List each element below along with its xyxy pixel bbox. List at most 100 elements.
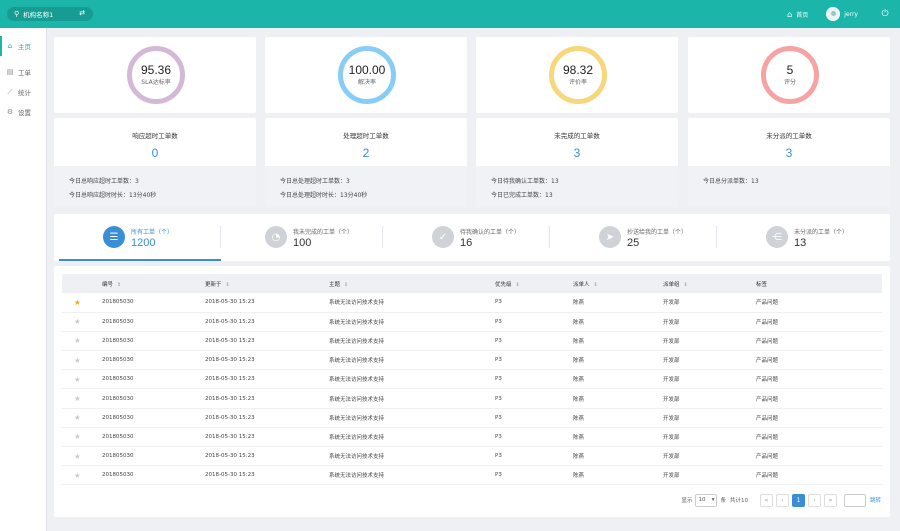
overview-card[interactable]: 处理超时工单数 2 今日总处理超时工单数：3 今日总处理超时时长：13分40秒 <box>265 118 467 207</box>
table-row[interactable]: ★ 201805030 2018-05-30 15:23 系统无法访问技术支持 P3 陈燕… <box>62 465 882 486</box>
filter-tab[interactable]: ✓ 待我确认的工单（个） 16 <box>388 214 550 261</box>
table-row[interactable]: ★ 201805030 2018-05-30 15:23 系统无法访问技术支持 P3 陈燕… <box>62 388 882 409</box>
table-row[interactable]: ★ 201805030 2018-05-30 15:23 系统无法访问技术支持 P3 陈燕… <box>62 427 882 448</box>
column-header[interactable]: 派单人 ⇕ <box>573 274 663 293</box>
overview-count[interactable]: 2 <box>265 146 467 160</box>
table-cell: 系统无法访问技术支持 <box>329 465 495 486</box>
prev-page-icon[interactable]: ‹ <box>775 493 789 507</box>
star-icon[interactable]: ★ <box>62 317 81 326</box>
overview-count[interactable]: 0 <box>54 146 256 160</box>
sidebar-item-3[interactable]: ⚙ 设置 <box>0 102 46 122</box>
star-cell: ★ <box>62 427 102 448</box>
table-cell: P3 <box>495 350 573 371</box>
sidebar-item-2[interactable]: ⟋ 统计 <box>0 82 46 102</box>
star-icon[interactable]: ★ <box>62 336 81 345</box>
table-cell: 开发部 <box>663 369 756 390</box>
column-header[interactable]: 优先级 ⇕ <box>495 274 573 293</box>
sort-icon[interactable]: ⇕ <box>344 282 348 288</box>
kpi-card: 98.32 评价率 <box>476 37 678 113</box>
filter-count: 25 <box>627 237 640 249</box>
user-menu[interactable]: jerry <box>826 7 858 21</box>
table-row[interactable]: ★ 201805030 2018-05-30 15:23 系统无法访问技术支持 P3 陈燕… <box>62 293 882 313</box>
sort-icon[interactable]: ⇕ <box>117 282 121 288</box>
filter-label: 所有工单（个） <box>131 229 174 236</box>
sort-icon[interactable]: ⇕ <box>226 282 230 288</box>
avatar[interactable] <box>826 7 841 21</box>
table-cell: 201805030 <box>102 388 205 409</box>
star-cell: ★ <box>62 465 102 486</box>
jump-button[interactable]: 跳转 <box>870 496 881 504</box>
table-cell: 系统无法访问技术支持 <box>329 446 495 467</box>
sort-icon[interactable]: ⇕ <box>516 282 520 288</box>
table-row[interactable]: ★ 201805030 2018-05-30 15:23 系统无法访问技术支持 P3 陈燕… <box>62 408 882 428</box>
star-icon[interactable]: ★ <box>62 413 81 422</box>
star-icon[interactable]: ★ <box>62 375 81 384</box>
overview-title: 处理超时工单数 <box>343 132 389 140</box>
star-icon[interactable]: ★ <box>62 298 81 307</box>
filter-count: 13 <box>794 237 807 249</box>
column-header-label: 主题 <box>329 281 341 288</box>
table-cell: 2018-05-30 15:23 <box>205 331 329 352</box>
table-cell: 2018-05-30 15:23 <box>205 312 329 332</box>
column-header-label: 标签 <box>756 281 768 288</box>
table-row[interactable]: ★ 201805030 2018-05-30 15:23 系统无法访问技术支持 P3 陈燕… <box>62 312 882 332</box>
first-page-icon[interactable]: « <box>759 493 773 507</box>
power-icon[interactable]: ⏻ <box>876 9 894 19</box>
column-header[interactable]: 编号 ⇕ <box>102 274 205 293</box>
column-header[interactable]: 标签 <box>756 274 882 293</box>
kpi-value: 95.36 <box>140 62 172 77</box>
home-link[interactable]: ⌂ 首页 <box>787 10 808 19</box>
star-icon[interactable]: ★ <box>62 356 81 365</box>
home-icon: ⌂ <box>7 42 13 50</box>
last-page-icon[interactable]: » <box>823 493 837 507</box>
star-cell: ★ <box>62 312 102 332</box>
table-cell: 201805030 <box>102 446 205 467</box>
overview-count[interactable]: 3 <box>476 146 678 160</box>
page-size-select[interactable]: 10 ▾ <box>695 493 718 507</box>
table-cell: P3 <box>495 446 573 467</box>
clock-icon: ◔ <box>265 226 287 248</box>
table-cell: 开发部 <box>663 312 756 332</box>
table-row[interactable]: ★ 201805030 2018-05-30 15:23 系统无法访问技术支持 P3 陈燕… <box>62 350 882 371</box>
overview-title: 未分派的工单数 <box>766 132 812 140</box>
kpi-card: 5 评分 <box>688 37 890 113</box>
table-cell: 开发部 <box>663 331 756 352</box>
star-icon[interactable]: ★ <box>62 471 81 480</box>
table-cell: 开发部 <box>663 465 756 486</box>
sidebar-item-0[interactable]: ⌂ 主页 <box>0 36 46 56</box>
overview-card[interactable]: 未完成的工单数 3 今日待我确认工单数：13 今日已完成工单数：13 <box>476 118 678 207</box>
table-cell: 产品问题 <box>756 465 882 486</box>
filter-tab[interactable]: ☰ 所有工单（个） 1200 <box>59 214 221 261</box>
sort-icon[interactable]: ⇕ <box>684 282 688 288</box>
column-header[interactable]: 更新于 ⇕ <box>205 274 329 293</box>
next-page-icon[interactable]: › <box>807 493 821 507</box>
table-row[interactable]: ★ 201805030 2018-05-30 15:23 系统无法访问技术支持 P3 陈燕… <box>62 331 882 352</box>
column-header[interactable]: 主题 ⇕ <box>329 274 495 293</box>
overview-count[interactable]: 3 <box>688 146 890 160</box>
star-icon[interactable]: ★ <box>62 394 81 403</box>
table-row[interactable]: ★ 201805030 2018-05-30 15:23 系统无法访问技术支持 P3 陈燕… <box>62 446 882 467</box>
overview-footer: 今日总响应超时工单数：3 今日总响应超时时长：13分40秒 <box>54 166 256 207</box>
org-switcher[interactable]: ⚲ 机构名称1 ⇄ <box>7 7 93 21</box>
divider <box>382 226 383 248</box>
table-row[interactable]: ★ 201805030 2018-05-30 15:23 系统无法访问技术支持 P3 陈燕… <box>62 369 882 390</box>
star-icon[interactable]: ★ <box>62 452 81 461</box>
jump-page-input[interactable] <box>843 493 866 507</box>
overview-card[interactable]: 响应超时工单数 0 今日总响应超时工单数：3 今日总响应超时时长：13分40秒 <box>54 118 256 207</box>
sort-icon[interactable]: ⇕ <box>594 282 598 288</box>
page-button-current[interactable]: 1 <box>791 493 805 507</box>
divider <box>549 226 550 248</box>
table-cell: P3 <box>495 331 573 352</box>
table-cell: 2018-05-30 15:23 <box>205 408 329 428</box>
overview-stat-line: 今日总响应超时工单数：3 <box>69 178 139 185</box>
star-icon[interactable]: ★ <box>62 432 81 441</box>
share-icon: ⋲ <box>766 226 788 248</box>
filter-tab[interactable]: ➤ 抄送给我的工单（个） 25 <box>555 214 717 261</box>
overview-stat-line: 今日总响应超时时长：13分40秒 <box>69 192 157 199</box>
column-header[interactable]: 派单组 ⇕ <box>663 274 756 293</box>
overview-card[interactable]: 未分派的工单数 3 今日总分派单数：13 <box>688 118 890 207</box>
filter-tab[interactable]: ⋲ 未分派的工单（个） 13 <box>722 214 884 261</box>
swap-icon[interactable]: ⇄ <box>79 9 85 17</box>
sidebar-item-1[interactable]: ▤ 工单 <box>0 62 46 82</box>
filter-tab[interactable]: ◔ 我未完成的工单（个） 100 <box>221 214 383 261</box>
